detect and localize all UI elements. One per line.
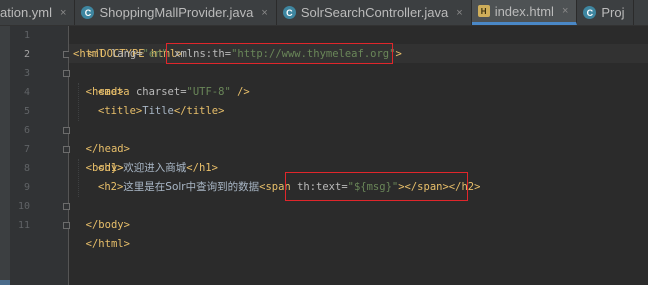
tab-index-html[interactable]: H index.html × (471, 0, 578, 25)
code-line-7: <body> (73, 140, 124, 174)
tab-label: SolrSearchController.java (300, 5, 449, 20)
code-line-3: <head> (73, 64, 124, 98)
line-number: 11 (17, 220, 30, 231)
close-icon[interactable]: × (261, 7, 267, 19)
code-line-5: <title>Title</title> (98, 102, 224, 121)
tab-label: ShoppingMallProvider.java (99, 5, 254, 20)
string-token: "UTF-8" (186, 86, 231, 98)
tag-token: > (395, 48, 402, 60)
tag-token: <title> (98, 105, 143, 117)
line-number: 8 (23, 163, 30, 174)
line-number: 1 (23, 30, 30, 41)
tag-token: /> (230, 86, 250, 98)
close-icon[interactable]: × (456, 7, 462, 19)
xmlns-highlight-box (166, 43, 393, 64)
line-number: 7 (23, 144, 30, 155)
code-editor[interactable] (69, 26, 648, 285)
code-line-11: </html> (73, 216, 130, 250)
tag-token: <meta (98, 86, 136, 98)
tag-token: <h2> (98, 181, 124, 193)
string-token: "en" (142, 48, 168, 60)
code-line-6: </head> (73, 121, 130, 155)
text-token: 欢迎进入商城 (123, 162, 187, 174)
html-file-icon: H (477, 5, 490, 17)
line-number: 5 (23, 106, 30, 117)
span-highlight-box (285, 172, 468, 201)
tab-label: index.html (494, 3, 554, 19)
code-line-8: <h1>欢迎进入商城</h1> (98, 159, 218, 178)
text-token: Title (142, 105, 174, 117)
attr-token: lang= (110, 48, 143, 60)
tab-label: Proj (601, 5, 625, 20)
close-icon[interactable]: × (562, 5, 568, 17)
line-number: 2 (23, 49, 30, 60)
tab-proj[interactable]: C Proj (577, 0, 634, 25)
editor-tab-bar: ation.yml × C ShoppingMallProvider.java … (0, 0, 648, 26)
tag-token: </h1> (186, 162, 218, 174)
line-number: 3 (23, 68, 30, 79)
line-number: 4 (23, 87, 30, 98)
java-class-icon: C (81, 6, 95, 19)
attr-token: charset= (135, 86, 187, 98)
close-icon[interactable]: × (60, 7, 66, 19)
java-class-icon: C (282, 6, 296, 19)
java-class-icon: C (583, 6, 597, 19)
tag-token: <html (73, 48, 111, 60)
tag-token: </html> (85, 238, 130, 250)
tab-shopping-mall-provider[interactable]: C ShoppingMallProvider.java × (75, 0, 277, 25)
tag-token: </title> (173, 105, 225, 117)
line-number: 10 (17, 201, 30, 212)
text-token: 这里是在Solr中查询到的数据 (123, 181, 260, 193)
code-line-10: </body> (73, 197, 130, 231)
tab-solr-search-controller[interactable]: C SolrSearchController.java × (277, 0, 472, 25)
tool-strip-marker (0, 280, 10, 285)
line-number: 6 (23, 125, 30, 136)
line-number-gutter (0, 26, 69, 285)
tag-token: <h1> (98, 162, 124, 174)
line-number: 9 (23, 182, 30, 193)
tab-application-yml[interactable]: ation.yml × (0, 0, 76, 25)
side-tool-strip (0, 26, 10, 285)
tab-label: ation.yml (0, 5, 53, 20)
code-line-4: <meta charset="UTF-8" /> (98, 83, 250, 102)
